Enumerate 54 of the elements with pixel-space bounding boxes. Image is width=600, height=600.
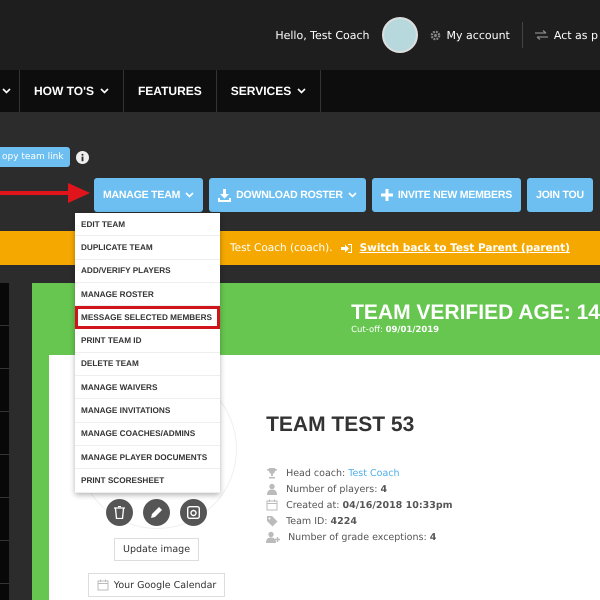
- detail-text: Head coach: Test Coach: [286, 468, 400, 478]
- caret-icon: [348, 192, 357, 198]
- menu-item[interactable]: PRINT TEAM ID: [75, 329, 220, 353]
- menu-item[interactable]: PRINT SCORESHEET: [75, 469, 220, 493]
- menu-item[interactable]: MANAGE INVITATIONS: [75, 399, 220, 423]
- detail-text: Team ID: 4224: [286, 516, 357, 526]
- menu-item[interactable]: MANAGE WAIVERS: [75, 376, 220, 400]
- edit-button[interactable]: [143, 499, 170, 526]
- sign-in-icon: [340, 244, 352, 252]
- menu-item[interactable]: DELETE TEAM: [75, 352, 220, 376]
- plus-icon: [380, 189, 393, 201]
- caret-icon: [2, 88, 11, 94]
- detail-text: Created at: 04/16/2018 10:33pm: [286, 500, 453, 510]
- trophy-icon: [266, 467, 278, 479]
- avatar[interactable]: [382, 17, 418, 53]
- google-calendar-button[interactable]: Your Google Calendar: [88, 573, 226, 597]
- menu-item[interactable]: MANAGE ROSTER: [75, 282, 220, 306]
- act-as-link[interactable]: Act as p: [554, 28, 598, 42]
- menu-item[interactable]: ADD/VERIFY PLAYERS: [75, 260, 220, 283]
- nav-menu-item[interactable]: HOW TO'S: [20, 70, 124, 112]
- pencil-icon: [150, 506, 164, 519]
- calendar-icon: [96, 579, 109, 591]
- settings-icon: [430, 30, 441, 40]
- delete-button[interactable]: [106, 499, 134, 526]
- camera-button[interactable]: [180, 499, 208, 526]
- caret-icon: [100, 88, 109, 94]
- menu-item[interactable]: EDIT TEAM: [75, 213, 220, 236]
- nav-menu-item[interactable]: [0, 70, 20, 112]
- swap-icon: [534, 30, 548, 40]
- my-account-link[interactable]: My account: [446, 28, 510, 42]
- menu-item[interactable]: DUPLICATE TEAM: [75, 236, 220, 260]
- menu-item[interactable]: MANAGE PLAYER DOCUMENTS: [75, 446, 220, 470]
- caret-icon: [185, 192, 194, 198]
- detail-text: Number of players: 4: [286, 484, 388, 494]
- calendar-icon: [266, 499, 278, 511]
- info-icon[interactable]: [76, 150, 89, 164]
- tag-icon: [266, 515, 278, 527]
- user-plus-icon: [266, 531, 280, 543]
- nav-menu-item[interactable]: SERVICES: [216, 70, 322, 112]
- menu-item[interactable]: MESSAGE SELECTED MEMBERS: [75, 306, 220, 330]
- greeting-text: Hello, Test Coach: [275, 28, 370, 42]
- nav-menu-item[interactable]: FEATURES: [124, 70, 217, 112]
- banner-text: Test Coach (coach).: [230, 242, 333, 254]
- team-name: TEAM TEST 53: [266, 413, 416, 437]
- camera-icon: [187, 506, 200, 519]
- download-icon: [218, 188, 232, 202]
- caret-icon: [297, 88, 306, 94]
- cutoff-text: Cut-off: 09/01/2019: [351, 325, 440, 335]
- user-icon: [266, 483, 278, 495]
- trash-icon: [114, 506, 126, 519]
- detail-text: Number of grade exceptions: 4: [288, 532, 436, 542]
- update-image-button[interactable]: Update image: [114, 538, 200, 561]
- menu-item[interactable]: MANAGE COACHES/ADMINS: [75, 422, 220, 446]
- verified-age-title: TEAM VERIFIED AGE: 14: [351, 301, 600, 325]
